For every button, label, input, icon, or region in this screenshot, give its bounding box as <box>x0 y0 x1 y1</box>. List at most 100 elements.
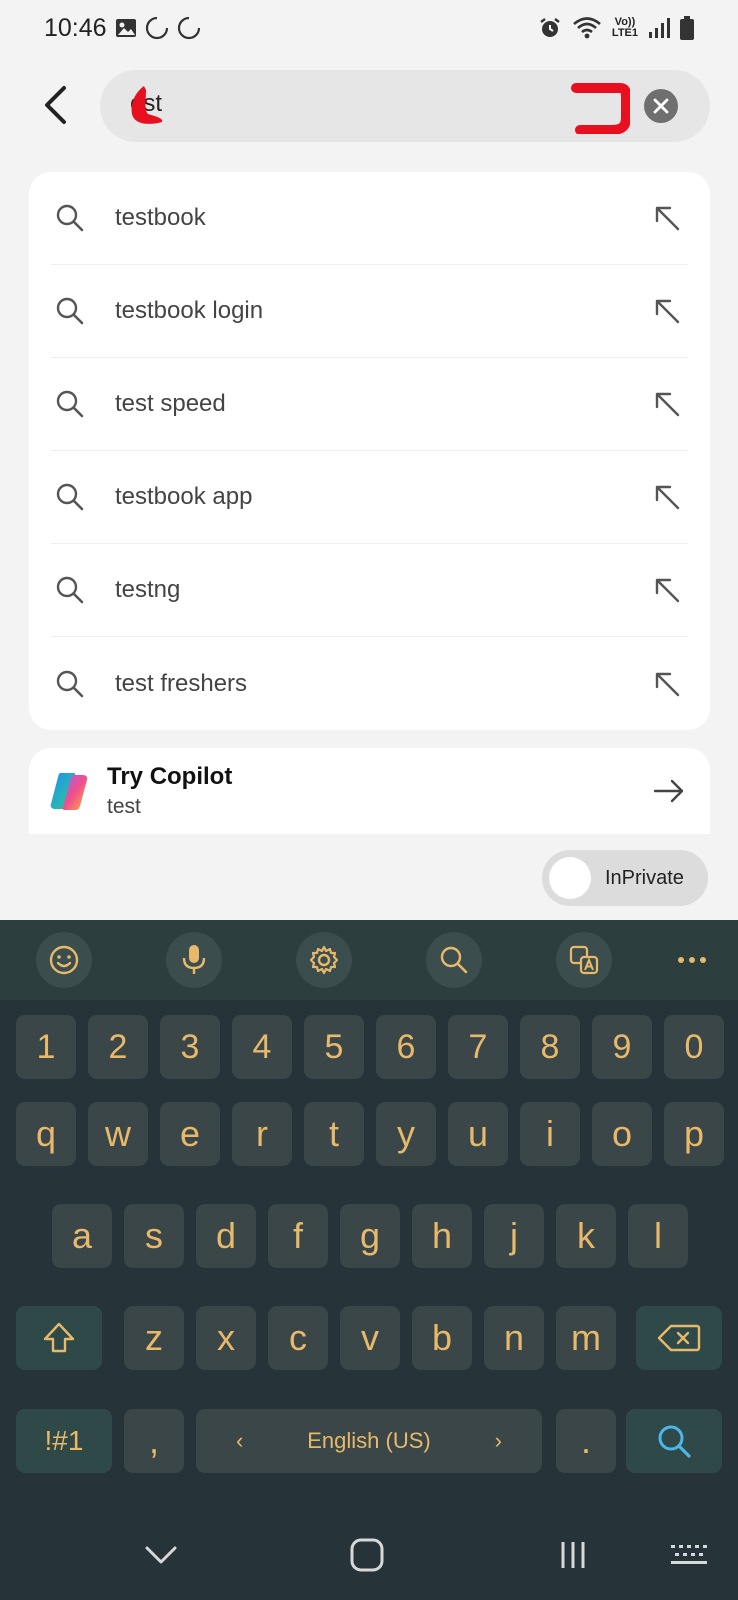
key-o[interactable]: o <box>592 1102 652 1166</box>
status-bar: 10:46 Vo)) LTE1 <box>0 0 738 56</box>
back-button[interactable] <box>30 80 80 130</box>
home-button[interactable] <box>342 1532 392 1578</box>
copilot-title: Try Copilot <box>107 763 233 790</box>
emoji-icon <box>49 945 79 975</box>
search-icon <box>56 390 84 418</box>
enter-search-key[interactable] <box>626 1409 722 1473</box>
close-icon <box>653 98 669 114</box>
arrow-up-left-icon[interactable] <box>652 389 682 419</box>
comma-key[interactable]: , <box>124 1409 184 1473</box>
red-annotation-mark <box>571 83 630 134</box>
key-5[interactable]: 5 <box>304 1015 364 1079</box>
key-l[interactable]: l <box>628 1204 688 1268</box>
key-8[interactable]: 8 <box>520 1015 580 1079</box>
network-label: Vo)) LTE1 <box>611 16 638 39</box>
arrow-up-left-icon[interactable] <box>652 575 682 605</box>
sync-circle-icon <box>145 16 169 40</box>
recent-apps-button[interactable] <box>548 1532 598 1578</box>
key-m[interactable]: m <box>556 1306 616 1370</box>
key-c[interactable]: c <box>268 1306 328 1370</box>
key-p[interactable]: p <box>664 1102 724 1166</box>
suggestion-label: test speed <box>115 390 226 417</box>
battery-icon <box>680 16 694 40</box>
suggestion-item[interactable]: test speed <box>51 358 688 451</box>
chevron-left-icon <box>45 86 66 124</box>
emoji-button[interactable] <box>36 932 92 988</box>
key-2[interactable]: 2 <box>88 1015 148 1079</box>
gallery-icon <box>115 19 136 37</box>
translate-button[interactable] <box>556 932 612 988</box>
clear-search-button[interactable] <box>644 89 678 123</box>
key-g[interactable]: g <box>340 1204 400 1268</box>
key-9[interactable]: 9 <box>592 1015 652 1079</box>
key-k[interactable]: k <box>556 1204 616 1268</box>
key-q[interactable]: q <box>16 1102 76 1166</box>
arrow-up-left-icon[interactable] <box>652 203 682 233</box>
key-b[interactable]: b <box>412 1306 472 1370</box>
try-copilot-card[interactable]: Try Copilot test <box>29 748 710 834</box>
inprivate-toggle[interactable]: InPrivate <box>542 850 708 906</box>
key-u[interactable]: u <box>448 1102 508 1166</box>
key-s[interactable]: s <box>124 1204 184 1268</box>
key-r[interactable]: r <box>232 1102 292 1166</box>
red-annotation-mark <box>131 86 163 124</box>
key-v[interactable]: v <box>340 1306 400 1370</box>
search-input[interactable]: est <box>100 70 710 142</box>
key-6[interactable]: 6 <box>376 1015 436 1079</box>
keyboard-switch-button[interactable] <box>664 1532 714 1578</box>
arrow-up-left-icon[interactable] <box>652 482 682 512</box>
key-h[interactable]: h <box>412 1204 472 1268</box>
key-0[interactable]: 0 <box>664 1015 724 1079</box>
key-a[interactable]: a <box>52 1204 112 1268</box>
wifi-icon <box>573 17 601 39</box>
keyboard-settings-button[interactable] <box>296 932 352 988</box>
period-key[interactable]: . <box>556 1409 616 1473</box>
space-key[interactable]: ‹ English (US) › <box>196 1409 542 1473</box>
on-screen-keyboard: 1 2 3 4 5 6 7 8 9 0 q w e r t y u i o p … <box>0 920 738 1600</box>
language-prev-icon: ‹ <box>236 1428 244 1453</box>
key-d[interactable]: d <box>196 1204 256 1268</box>
suggestion-label: testbook app <box>115 483 253 510</box>
suggestion-item[interactable]: testbook <box>51 172 688 265</box>
gear-icon <box>309 945 339 975</box>
key-z[interactable]: z <box>124 1306 184 1370</box>
inprivate-label: InPrivate <box>605 866 684 889</box>
arrow-up-left-icon[interactable] <box>652 669 682 699</box>
keyboard-search-button[interactable] <box>426 932 482 988</box>
symbols-key[interactable]: !#1 <box>16 1409 112 1473</box>
key-i[interactable]: i <box>520 1102 580 1166</box>
recents-icon <box>561 1542 585 1568</box>
more-icon <box>678 957 706 963</box>
suggestion-label: testng <box>115 576 181 603</box>
key-1[interactable]: 1 <box>16 1015 76 1079</box>
key-e[interactable]: e <box>160 1102 220 1166</box>
suggestion-item[interactable]: testbook app <box>51 451 688 544</box>
voice-input-button[interactable] <box>166 932 222 988</box>
key-w[interactable]: w <box>88 1102 148 1166</box>
backspace-icon <box>657 1324 701 1352</box>
hide-keyboard-button[interactable] <box>136 1532 186 1578</box>
key-4[interactable]: 4 <box>232 1015 292 1079</box>
suggestion-item[interactable]: testbook login <box>51 265 688 358</box>
key-y[interactable]: y <box>376 1102 436 1166</box>
key-j[interactable]: j <box>484 1204 544 1268</box>
backspace-key[interactable] <box>636 1306 722 1370</box>
key-x[interactable]: x <box>196 1306 256 1370</box>
search-icon <box>56 297 84 325</box>
suggestion-item[interactable]: test freshers <box>51 637 688 730</box>
key-n[interactable]: n <box>484 1306 544 1370</box>
key-f[interactable]: f <box>268 1204 328 1268</box>
search-icon <box>56 670 84 697</box>
key-t[interactable]: t <box>304 1102 364 1166</box>
arrow-right-icon <box>653 779 684 803</box>
alarm-icon <box>540 18 560 37</box>
more-options-button[interactable] <box>664 932 720 988</box>
key-7[interactable]: 7 <box>448 1015 508 1079</box>
language-next-icon: › <box>494 1428 502 1453</box>
space-language-label: English (US) <box>307 1428 431 1453</box>
arrow-up-left-icon[interactable] <box>652 296 682 326</box>
suggestion-item[interactable]: testng <box>51 544 688 637</box>
shift-key[interactable] <box>16 1306 102 1370</box>
suggestions-list: testbook testbook login test speed testb… <box>29 172 710 730</box>
key-3[interactable]: 3 <box>160 1015 220 1079</box>
